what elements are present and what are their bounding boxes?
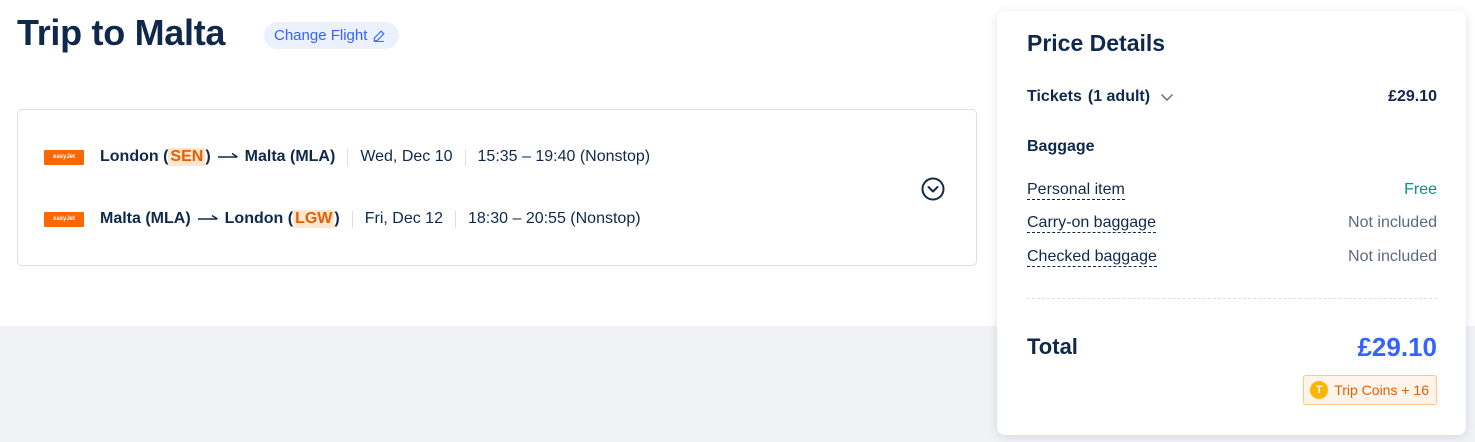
leg-time: 18:30 – 20:55 (Nonstop) [467, 210, 641, 227]
origin: Malta (MLA) [100, 210, 191, 227]
baggage-row-checked: Checked baggage Not included [1027, 246, 1437, 268]
baggage-heading: Baggage [1027, 138, 1095, 155]
baggage-row-personal-item: Personal item Free [1027, 179, 1437, 201]
leg-date: Wed, Dec 10 [360, 148, 453, 165]
tickets-count: (1 adult) [1087, 88, 1151, 105]
tickets-row: Tickets (1 adult) £29.10 [1027, 86, 1437, 108]
origin-city: London ( [100, 148, 169, 165]
baggage-label[interactable]: Checked baggage [1027, 248, 1157, 267]
change-flight-button[interactable]: Change Flight [264, 22, 400, 49]
baggage-value: Not included [1348, 214, 1437, 231]
tickets-label: Tickets [1027, 88, 1082, 105]
expand-details-button[interactable] [920, 176, 946, 202]
leg-route: Malta (MLA) London (LGW) [100, 210, 340, 228]
leg-date: Fri, Dec 12 [364, 210, 443, 227]
destination-close: ) [334, 210, 340, 227]
baggage-label[interactable]: Carry-on baggage [1027, 214, 1156, 233]
change-flight-label: Change Flight [274, 27, 368, 44]
total-amount: £29.10 [1357, 332, 1437, 362]
leg-route: London (SEN) Malta (MLA) [100, 148, 335, 166]
tickets-amount: £29.10 [1388, 88, 1437, 105]
airline-logo: easyJet [44, 211, 84, 227]
price-details-title: Price Details [1027, 30, 1166, 56]
baggage-label[interactable]: Personal item [1027, 181, 1125, 200]
tickets-toggle[interactable]: Tickets (1 adult) [1027, 88, 1174, 106]
baggage-row-carry-on: Carry-on baggage Not included [1027, 212, 1437, 234]
origin-close: ) [205, 148, 211, 165]
destination-city: London ( [224, 210, 294, 227]
chevron-down-circle-icon [921, 177, 945, 201]
page-title: Trip to Malta [17, 12, 226, 53]
price-details-panel: Price Details Tickets (1 adult) £29.10 B… [997, 11, 1466, 435]
flight-summary-card: easyJet London (SEN) Malta (MLA) Wed, De… [17, 109, 977, 266]
divider [454, 210, 456, 228]
route-arrow-icon [197, 214, 219, 224]
divider [347, 148, 349, 166]
baggage-value: Free [1404, 181, 1437, 198]
price-divider [1027, 298, 1437, 299]
destination: Malta (MLA) [244, 148, 336, 165]
edit-pencil-icon [374, 30, 385, 42]
chevron-down-icon [1161, 93, 1174, 101]
destination-airport-code: LGW [293, 210, 335, 228]
origin-airport-code: SEN [168, 148, 206, 166]
leg-time: 15:35 – 19:40 (Nonstop) [477, 148, 651, 165]
trip-coins-label: Trip Coins + 16 [1334, 382, 1429, 398]
trip-coins-badge: T Trip Coins + 16 [1303, 375, 1437, 405]
divider [351, 210, 353, 228]
baggage-value: Not included [1348, 248, 1437, 265]
flight-leg-return: easyJet Malta (MLA) London (LGW) Fri, De… [44, 207, 641, 231]
route-arrow-icon [217, 152, 239, 162]
trip-coin-icon: T [1310, 381, 1329, 399]
airline-logo: easyJet [44, 149, 84, 165]
flight-leg-outbound: easyJet London (SEN) Malta (MLA) Wed, De… [44, 145, 650, 169]
divider [464, 148, 466, 166]
total-label: Total [1027, 334, 1078, 359]
